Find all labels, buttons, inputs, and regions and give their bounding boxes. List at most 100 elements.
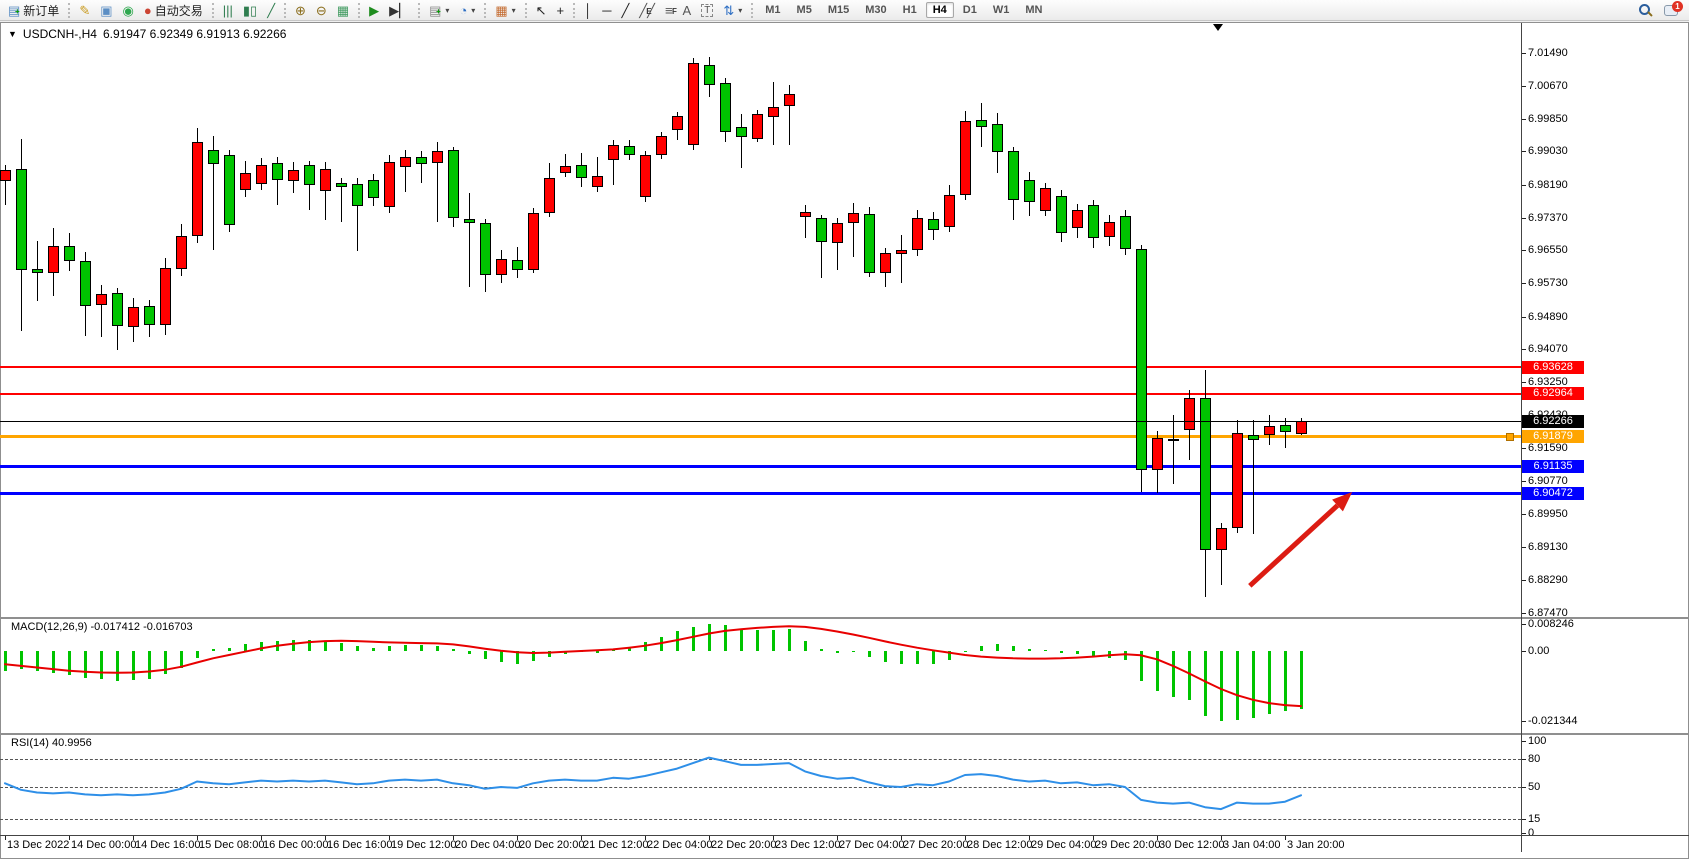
macd-histogram-bar xyxy=(516,651,519,664)
chart-collapse-icon[interactable]: ▼ xyxy=(8,29,17,39)
time-label[interactable]: 14 Dec 00:00 xyxy=(71,839,136,851)
time-label[interactable]: 21 Dec 12:00 xyxy=(583,839,648,851)
macd-axis-label: -0.021344 xyxy=(1528,715,1578,727)
chart-stage: ▼ USDCNH-,H4 6.91947 6.92349 6.91913 6.9… xyxy=(0,0,1689,859)
trend-arrow-head[interactable] xyxy=(1332,492,1352,511)
support-line-1[interactable] xyxy=(0,465,1521,468)
candle xyxy=(80,261,91,306)
macd-histogram-bar xyxy=(724,625,727,651)
macd-histogram-bar xyxy=(996,644,999,651)
candle xyxy=(448,150,459,218)
chart-ohlc-values: 6.91947 6.92349 6.91913 6.92266 xyxy=(103,27,287,41)
macd-histogram-bar xyxy=(756,630,759,651)
rsi-level-line xyxy=(0,787,1521,788)
candle xyxy=(736,127,747,137)
orange-entry-line-anchor[interactable] xyxy=(1506,433,1514,441)
macd-histogram-bar xyxy=(388,646,391,651)
time-tick xyxy=(5,836,6,840)
rsi-level-line xyxy=(0,819,1521,820)
macd-histogram-bar xyxy=(52,651,55,673)
price-tick-label: 6.95730 xyxy=(1528,277,1568,289)
macd-histogram-bar xyxy=(1204,651,1207,716)
macd-histogram-bar xyxy=(196,651,199,658)
time-label[interactable]: 3 Jan 04:00 xyxy=(1223,839,1281,851)
resistance-line-2[interactable] xyxy=(0,393,1521,395)
macd-histogram-bar xyxy=(820,649,823,651)
candle xyxy=(432,151,443,163)
macd-histogram-bar xyxy=(1252,651,1255,718)
candle xyxy=(544,178,555,213)
candle-wick xyxy=(853,203,854,257)
rsi-axis-label: 100 xyxy=(1528,735,1546,747)
time-tick xyxy=(133,836,134,840)
time-label[interactable]: 22 Dec 20:00 xyxy=(711,839,776,851)
time-label[interactable]: 29 Dec 20:00 xyxy=(1095,839,1160,851)
rsi-indicator-label: RSI(14) 40.9956 xyxy=(11,737,92,749)
candle xyxy=(336,183,347,187)
time-label[interactable]: 23 Dec 12:00 xyxy=(775,839,840,851)
macd-signal-line xyxy=(5,626,1301,706)
candle-wick xyxy=(741,114,742,168)
candle xyxy=(496,259,507,275)
candle xyxy=(912,218,923,250)
candle xyxy=(0,170,11,181)
macd-histogram-bar xyxy=(324,641,327,651)
macd-histogram-bar xyxy=(932,651,935,664)
candle xyxy=(640,155,651,197)
time-label[interactable]: 30 Dec 12:00 xyxy=(1159,839,1224,851)
candle xyxy=(1040,188,1051,211)
macd-histogram-bar xyxy=(164,651,167,674)
macd-histogram-bar xyxy=(740,629,743,651)
support-line-2[interactable] xyxy=(0,492,1521,495)
price-badge: 6.93628 xyxy=(1522,361,1584,374)
rsi-level-line xyxy=(0,759,1521,760)
trend-arrow-annotation[interactable] xyxy=(1250,505,1338,585)
resistance-line-1[interactable] xyxy=(0,366,1521,368)
macd-histogram-bar xyxy=(4,651,7,671)
candle xyxy=(384,162,395,207)
candle xyxy=(480,223,491,275)
time-label[interactable]: 28 Dec 12:00 xyxy=(967,839,1032,851)
time-tick xyxy=(1029,836,1030,840)
macd-histogram-bar xyxy=(532,651,535,661)
macd-histogram-bar xyxy=(404,645,407,651)
time-label[interactable]: 16 Dec 00:00 xyxy=(263,839,328,851)
macd-histogram-bar xyxy=(580,651,583,652)
time-tick xyxy=(1221,836,1222,840)
time-label[interactable]: 3 Jan 20:00 xyxy=(1287,839,1345,851)
time-label[interactable]: 13 Dec 2022 xyxy=(7,839,69,851)
time-label[interactable]: 14 Dec 16:00 xyxy=(135,839,200,851)
time-label[interactable]: 27 Dec 20:00 xyxy=(903,839,968,851)
macd-histogram-bar xyxy=(84,651,87,678)
orange-entry-line[interactable] xyxy=(0,435,1521,438)
chart-shift-marker[interactable] xyxy=(1213,24,1223,31)
time-label[interactable]: 22 Dec 04:00 xyxy=(647,839,712,851)
candle-wick xyxy=(101,285,102,337)
candle xyxy=(528,213,539,270)
time-tick xyxy=(709,836,710,840)
candle xyxy=(160,268,171,325)
time-label[interactable]: 15 Dec 08:00 xyxy=(199,839,264,851)
macd-histogram-bar xyxy=(1140,651,1143,681)
macd-histogram-bar xyxy=(340,643,343,651)
chart-title: ▼ USDCNH-,H4 6.91947 6.92349 6.91913 6.9… xyxy=(8,27,286,41)
candle xyxy=(416,157,427,164)
candle xyxy=(688,63,699,145)
time-label[interactable]: 29 Dec 04:00 xyxy=(1031,839,1096,851)
rsi-axis-label: 15 xyxy=(1528,813,1540,825)
time-label[interactable]: 19 Dec 12:00 xyxy=(391,839,456,851)
candle xyxy=(320,169,331,191)
time-label[interactable]: 27 Dec 04:00 xyxy=(839,839,904,851)
price-badge: 6.92266 xyxy=(1522,415,1584,428)
candle xyxy=(576,165,587,178)
candle xyxy=(944,195,955,227)
time-label[interactable]: 20 Dec 20:00 xyxy=(519,839,584,851)
candle xyxy=(288,170,299,181)
time-tick xyxy=(389,836,390,840)
price-tick-label: 6.91590 xyxy=(1528,442,1568,454)
macd-histogram-bar xyxy=(1156,651,1159,691)
time-label[interactable]: 20 Dec 04:00 xyxy=(455,839,520,851)
macd-histogram-bar xyxy=(500,651,503,662)
candle xyxy=(16,169,27,270)
time-label[interactable]: 16 Dec 16:00 xyxy=(327,839,392,851)
